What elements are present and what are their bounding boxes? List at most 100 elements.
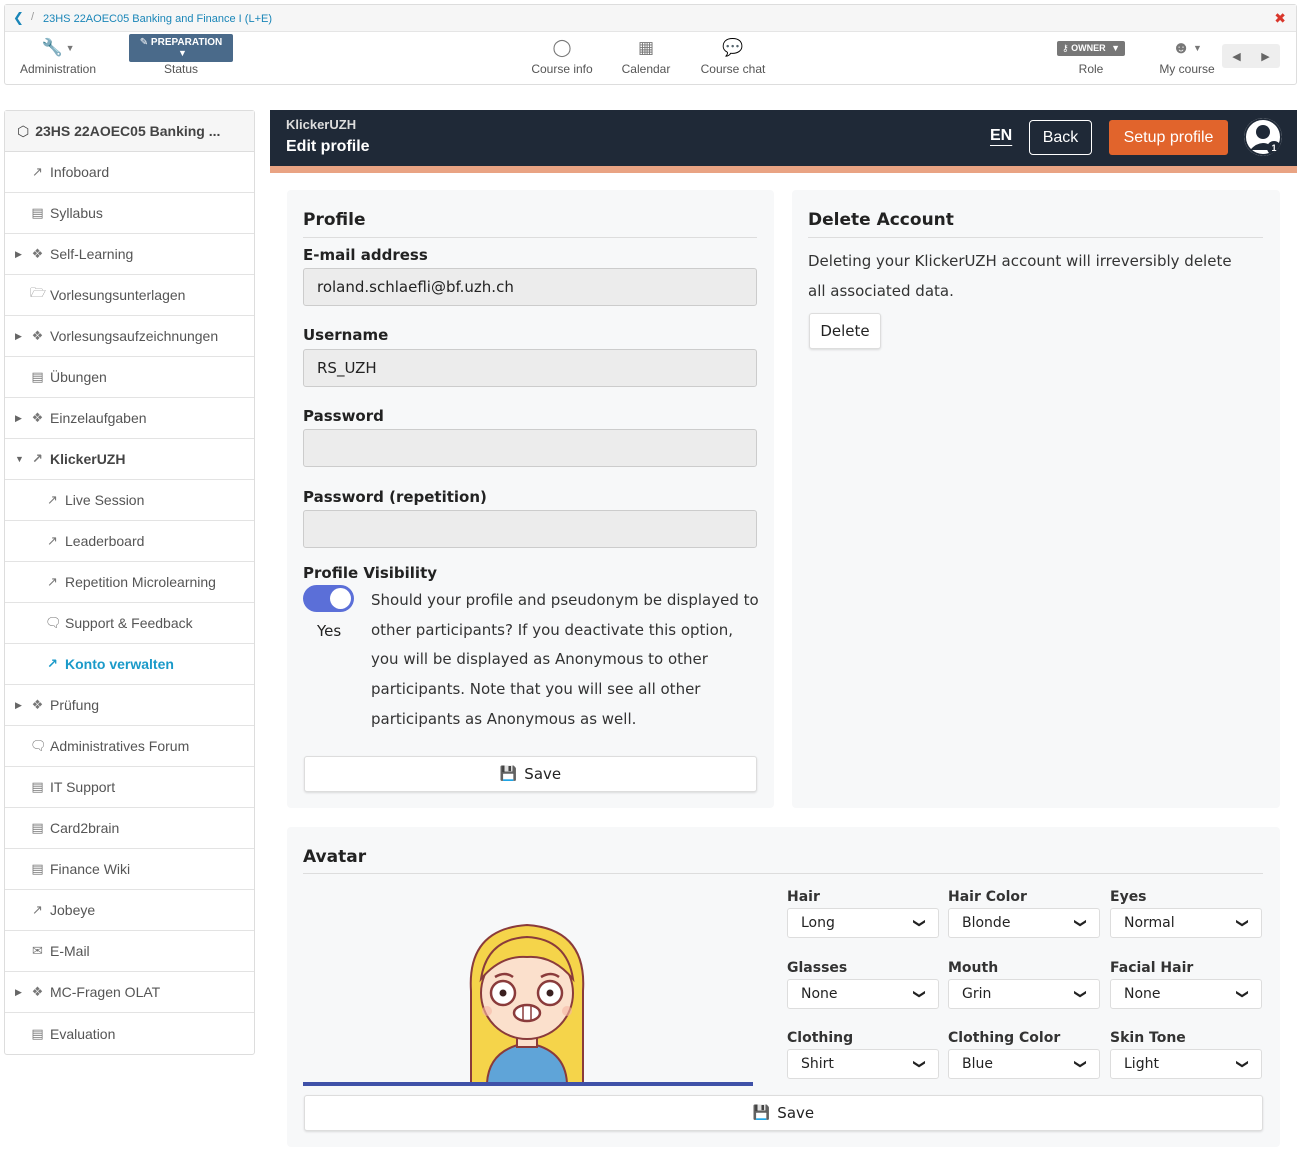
sidebar-item-pruefung[interactable]: ▶ ❖ Prüfung (5, 685, 254, 726)
sidebar-item-label: Leaderboard (65, 533, 145, 549)
sidebar-item-label: Self-Learning (50, 246, 134, 262)
sidebar-item-card2brain[interactable]: ▤ Card2brain (5, 808, 254, 849)
caret-right-icon[interactable]: ▶ (15, 700, 22, 711)
sidebar-item-leaderboard[interactable]: ↗ Leaderboard (5, 521, 254, 562)
calendar-label: Calendar (621, 62, 671, 76)
hair-select-group: Hair Long ❯ (787, 889, 939, 938)
external-link-icon: ↗ (47, 656, 58, 671)
sidebar-item-vorlesungsaufzeichnungen[interactable]: ▶ ❖ Vorlesungsaufzeichnungen (5, 316, 254, 357)
hair-select[interactable]: Long ❯ (787, 908, 939, 938)
caret-right-icon[interactable]: ▶ (15, 249, 22, 260)
course-info-button[interactable]: ◯ Course info (527, 37, 597, 76)
back-button[interactable]: Back (1029, 120, 1092, 155)
chevron-down-icon: ❯ (1073, 1058, 1088, 1070)
my-course-menu[interactable]: ☻ ▼ My course (1155, 37, 1219, 76)
sidebar-item-konto-verwalten[interactable]: ↗ Konto verwalten (5, 644, 254, 685)
sidebar-item-evaluation[interactable]: ▤ Evaluation (5, 1013, 254, 1054)
setup-profile-button[interactable]: Setup profile (1109, 120, 1228, 155)
skin-tone-label: Skin Tone (1110, 1030, 1186, 1046)
glasses-select[interactable]: None ❯ (787, 979, 939, 1009)
facial-hair-select[interactable]: None ❯ (1110, 979, 1262, 1009)
password-label: Password (303, 407, 384, 425)
course-toolbar: ❮ / 23HS 22AOEC05 Banking and Finance I … (4, 4, 1297, 85)
mouth-label: Mouth (948, 960, 999, 976)
external-link-icon: ↗ (47, 574, 58, 589)
sidebar-item-finance-wiki[interactable]: ▤ Finance Wiki (5, 849, 254, 890)
course-chat-button[interactable]: 💬 Course chat (695, 37, 771, 76)
mouth-select[interactable]: Grin ❯ (948, 979, 1100, 1009)
sidebar-item-repetition-microlearning[interactable]: ↗ Repetition Microlearning (5, 562, 254, 603)
sidebar-item-administratives-forum[interactable]: 🗨 Administratives Forum (5, 726, 254, 767)
sidebar-item-label: Einzelaufgaben (50, 410, 147, 426)
clothing-select[interactable]: Shirt ❯ (787, 1049, 939, 1079)
role-menu[interactable]: ⚷ OWNER ▼ Role (1053, 37, 1129, 76)
visibility-toggle[interactable] (303, 585, 354, 612)
sidebar-item-vorlesungsunterlagen[interactable]: 🗁 Vorlesungsunterlagen (5, 275, 254, 316)
cubes-icon: ❖ (31, 246, 44, 261)
password-repeat-field[interactable] (303, 510, 757, 548)
document-icon: ▤ (31, 861, 44, 876)
close-icon[interactable]: ✖ (1274, 10, 1286, 27)
language-switch[interactable]: EN (990, 127, 1012, 145)
password-repeat-label: Password (repetition) (303, 488, 487, 506)
caret-right-icon[interactable]: ▶ (15, 331, 22, 342)
triangle-left-icon[interactable]: ◀ (1232, 50, 1240, 63)
sidebar-item-label: Support & Feedback (65, 615, 193, 631)
sidebar-item-live-session[interactable]: ↗ Live Session (5, 480, 254, 521)
sidebar-item-email[interactable]: ✉ E-Mail (5, 931, 254, 972)
sidebar-item-jobeye[interactable]: ↗ Jobeye (5, 890, 254, 931)
clothing-color-select-group: Clothing Color Blue ❯ (948, 1030, 1100, 1079)
chevron-left-icon[interactable]: ❮ (13, 10, 24, 26)
facial-hair-label: Facial Hair (1110, 960, 1194, 976)
sidebar-item-label: IT Support (50, 779, 116, 795)
sidebar-item-support-feedback[interactable]: 🗨 Support & Feedback (5, 603, 254, 644)
sidebar-item-label: Finance Wiki (50, 861, 131, 877)
sidebar-course-title[interactable]: ⬡ 23HS 22AOEC05 Banking ... (5, 111, 254, 152)
sidebar-item-einzelaufgaben[interactable]: ▶ ❖ Einzelaufgaben (5, 398, 254, 439)
glasses-value: None (801, 986, 838, 1002)
caret-down-icon: ▼ (178, 48, 187, 58)
sidebar-item-it-support[interactable]: ▤ IT Support (5, 767, 254, 808)
cubes-icon: ❖ (31, 984, 44, 999)
chevron-down-icon: ❯ (1073, 917, 1088, 929)
sidebar-item-self-learning[interactable]: ▶ ❖ Self-Learning (5, 234, 254, 275)
delete-button[interactable]: Delete (809, 313, 881, 349)
avatar[interactable]: 1 (1244, 118, 1282, 156)
administration-menu[interactable]: 🔧 ▼ Administration (17, 37, 99, 76)
hair-color-label: Hair Color (948, 889, 1027, 905)
caret-down-icon[interactable]: ▼ (15, 454, 24, 464)
sidebar-item-infoboard[interactable]: ↗ Infoboard (5, 152, 254, 193)
calendar-button[interactable]: ▦ Calendar (617, 37, 675, 76)
email-field[interactable]: roland.schlaefli@bf.uzh.ch (303, 268, 757, 306)
caret-right-icon[interactable]: ▶ (15, 413, 22, 424)
sidebar-item-label: Jobeye (50, 902, 96, 918)
hair-color-select[interactable]: Blonde ❯ (948, 908, 1100, 938)
profile-title: Profile (303, 210, 366, 230)
sidebar-item-syllabus[interactable]: ▤ Syllabus (5, 193, 254, 234)
eyes-select[interactable]: Normal ❯ (1110, 908, 1262, 938)
username-field[interactable]: RS_UZH (303, 349, 757, 387)
sidebar-item-klickeruzh[interactable]: ▼ ↗ KlickerUZH (5, 439, 254, 480)
triangle-right-icon[interactable]: ▶ (1261, 50, 1269, 63)
delete-account-description: Deleting your KlickerUZH account will ir… (808, 252, 1232, 300)
clothing-color-select[interactable]: Blue ❯ (948, 1049, 1100, 1079)
status-badge[interactable]: ✎ PREPARATION ▼ (129, 34, 233, 62)
header-accent-stripe (270, 166, 1297, 173)
sidebar-item-uebungen[interactable]: ▤ Übungen (5, 357, 254, 398)
pencil-icon: ✎ (139, 37, 149, 48)
avatar-preview (469, 923, 585, 1083)
skin-tone-select[interactable]: Light ❯ (1110, 1049, 1262, 1079)
caret-right-icon[interactable]: ▶ (15, 987, 22, 998)
password-field[interactable] (303, 429, 757, 467)
sidebar-item-label: Vorlesungsunterlagen (50, 287, 186, 303)
status-menu[interactable]: ✎ PREPARATION ▼ Status (129, 34, 233, 76)
role-badge[interactable]: ⚷ OWNER ▼ (1056, 40, 1126, 56)
profile-save-button[interactable]: 💾 Save (304, 756, 757, 792)
facial-hair-select-group: Facial Hair None ❯ (1110, 960, 1262, 1009)
cube-icon: ⬡ (17, 122, 30, 139)
breadcrumb-course-link[interactable]: 23HS 22AOEC05 Banking and Finance I (L+E… (43, 13, 272, 25)
document-icon: ▤ (31, 1025, 44, 1041)
sidebar-item-mc-fragen-olat[interactable]: ▶ ❖ MC-Fragen OLAT (5, 972, 254, 1013)
sidebar-item-label: Live Session (65, 492, 145, 508)
avatar-save-button[interactable]: 💾 Save (304, 1095, 1263, 1131)
